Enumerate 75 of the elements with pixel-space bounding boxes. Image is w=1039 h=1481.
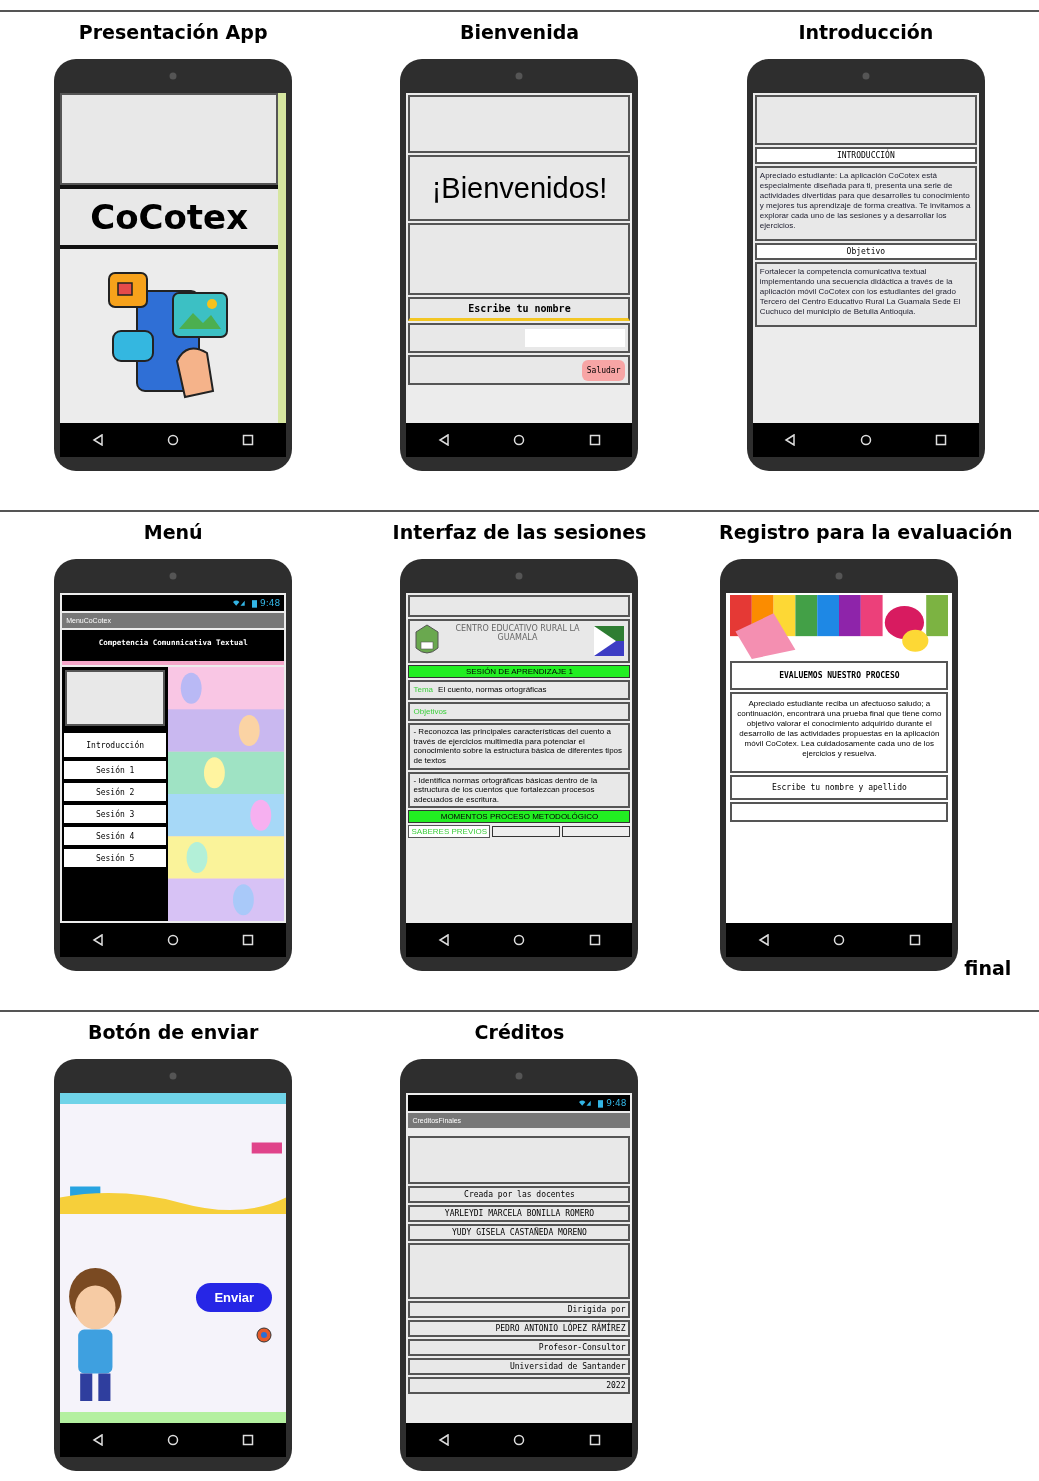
panel-title: Créditos [474, 1021, 565, 1043]
evaluation-text: Apreciado estudiante reciba un afectuoso saludo; a continuación, encontrará una prueba final que tiene como objetivo valorar el conocimiento adquirido durante el desarrollo de las actividades propuestas en la aplicación móvil CoCotex. Lea cuidadosamente cada uno de los ejercicios y resuelva. [730, 692, 949, 773]
panel-title: Botón de enviar [87, 1021, 259, 1043]
camera-icon [515, 72, 524, 80]
prior-knowledge-label: SABERES PREVIOS [408, 825, 491, 839]
panel-title: Registro para la evaluación [719, 521, 1013, 543]
back-icon[interactable] [438, 934, 451, 946]
flag-icon [594, 626, 625, 656]
send-button[interactable]: Enviar [196, 1283, 273, 1312]
section-text: Apreciado estudiante: La aplicación CoCotex está especialmente diseñada para ti, presenta una serie de actividades divertidas para que desarrolles tu conocimiento y mejores tus aprendizaje de forma creativa. Te invitamos a explorar cada uno de las sesiones y a desarrollar los ejercicios. [754, 166, 977, 241]
back-icon[interactable] [758, 934, 770, 946]
panel-title: Interfaz de las sesiones [392, 521, 647, 543]
battery-icon [598, 1098, 604, 1108]
recent-apps-icon[interactable] [242, 934, 255, 946]
camera-icon [169, 72, 178, 80]
home-icon[interactable] [167, 934, 180, 946]
panel-title: Presentación App [78, 21, 268, 43]
name-label: Escribe tu nombre y apellido [730, 775, 949, 800]
greet-button[interactable]: Saludar [581, 359, 626, 381]
evaluation-heading: EVALUEMOS NUESTRO PROCESO [730, 661, 949, 690]
camera-icon [169, 1072, 178, 1080]
objective-text: - Identifica normas ortográficas básicas dentro de la estructura de los cuentos que fortalezcan procesos adecuados de escritura. [408, 771, 631, 809]
session-banner: SESIÓN DE APRENDIZAJE 1 [408, 665, 631, 678]
panel-title: Bienvenida [459, 21, 580, 43]
menu-item[interactable]: Introducción [64, 733, 167, 757]
recent-apps-icon[interactable] [935, 434, 948, 446]
camera-icon [835, 572, 844, 580]
home-icon[interactable] [833, 934, 846, 946]
topic-text: El cuento, normas ortográficas [438, 685, 547, 695]
back-icon[interactable] [91, 934, 104, 946]
camera-icon [169, 572, 178, 580]
home-icon[interactable] [513, 1434, 526, 1446]
objectives-label: Objetivos [413, 706, 447, 717]
home-icon[interactable] [167, 1434, 180, 1446]
menu-item[interactable]: Sesión 2 [64, 783, 167, 801]
camera-icon [861, 72, 870, 80]
menu-item[interactable]: Sesión 4 [64, 827, 167, 845]
menu-item[interactable]: Sesión 1 [64, 761, 167, 779]
camera-icon [515, 1072, 524, 1080]
section-heading: Objetivo [754, 243, 977, 260]
home-icon[interactable] [513, 934, 526, 946]
recent-apps-icon[interactable] [242, 1434, 255, 1446]
moments-banner: MOMENTOS PROCESO METODOLÓGICO [408, 810, 631, 824]
school-name: CENTRO EDUCATIVO RURAL LA GUAMALA [454, 624, 581, 642]
badge-icon [256, 1327, 273, 1343]
recent-apps-icon[interactable] [242, 434, 255, 446]
section-text: Fortalecer la competencia comunicativa textual implementando una secuencia didáctica a través de la aplicación móvil CoCotex con los estudiantes del grado Tercero del Centro Educativo Rural La Guamala Sede El Cuchuco del municipio de Betulia Antioquia. [754, 262, 977, 327]
back-icon[interactable] [91, 1434, 104, 1446]
objective-text: - Reconozca las principales características del cuento a través de ejercicios multimedia para potenciar el conocimiento sobre la estructura básica de diferentes tipos de textos [408, 723, 631, 770]
name-input-field[interactable] [730, 802, 949, 822]
back-icon[interactable] [438, 1434, 451, 1446]
home-icon[interactable] [513, 434, 526, 446]
home-icon[interactable] [167, 434, 180, 446]
recent-apps-icon[interactable] [588, 934, 601, 946]
back-icon[interactable] [438, 434, 451, 446]
camera-icon [515, 572, 524, 580]
status-time: 9:48 [259, 598, 281, 608]
menu-item[interactable]: Sesión 5 [64, 849, 167, 867]
recent-apps-icon[interactable] [588, 434, 601, 446]
app-logo-text: CoCotex [60, 185, 279, 249]
back-icon[interactable] [91, 434, 104, 446]
name-label: Escribe tu nombre [408, 297, 631, 321]
panel-title: Menú [143, 521, 203, 543]
home-icon[interactable] [859, 434, 872, 446]
recent-apps-icon[interactable] [588, 1434, 601, 1446]
side-note: final [964, 957, 1012, 979]
menu-item[interactable]: Sesión 3 [64, 805, 167, 823]
battery-icon [251, 598, 257, 608]
back-icon[interactable] [784, 434, 797, 446]
recent-apps-icon[interactable] [908, 934, 921, 946]
panel-title: Introducción [798, 21, 934, 43]
status-time: 9:48 [606, 1098, 627, 1108]
section-heading: INTRODUCCIÓN [754, 147, 977, 164]
topic-label: Tema [413, 685, 434, 695]
welcome-heading: ¡Bienvenidos! [408, 155, 631, 221]
